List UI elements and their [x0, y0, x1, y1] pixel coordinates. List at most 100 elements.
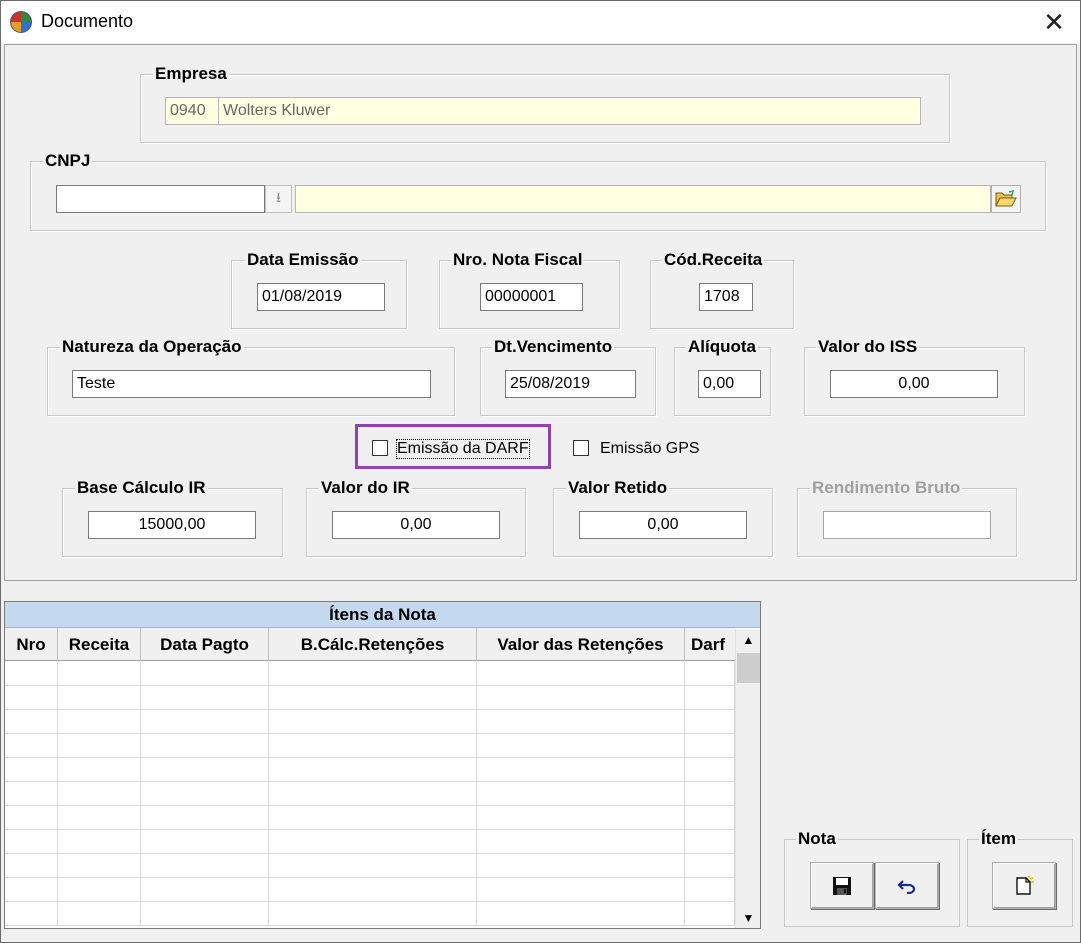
valor-ir-input[interactable]: 0,00 [332, 511, 500, 539]
scroll-thumb[interactable] [737, 653, 760, 683]
table-cell[interactable] [5, 758, 58, 782]
table-cell[interactable] [477, 878, 685, 902]
valor-retido-input[interactable]: 0,00 [579, 511, 747, 539]
col-header-data-pagto[interactable]: Data Pagto [141, 628, 269, 661]
valor-iss-input[interactable]: 0,00 [830, 370, 998, 398]
table-cell[interactable] [477, 806, 685, 830]
table-cell[interactable] [477, 686, 685, 710]
table-row[interactable] [5, 734, 735, 758]
gps-checkbox[interactable] [573, 440, 589, 456]
table-cell[interactable] [269, 758, 477, 782]
col-header-receita[interactable]: Receita [58, 628, 141, 661]
table-cell[interactable] [477, 782, 685, 806]
table-cell[interactable] [269, 734, 477, 758]
table-cell[interactable] [58, 806, 141, 830]
table-cell[interactable] [58, 710, 141, 734]
new-item-button[interactable] [992, 862, 1056, 909]
col-header-valor-retencoes[interactable]: Valor das Retenções [477, 628, 685, 661]
cnpj-input[interactable] [56, 185, 265, 213]
table-cell[interactable] [141, 758, 269, 782]
table-cell[interactable] [58, 854, 141, 878]
table-cell[interactable] [269, 686, 477, 710]
table-cell[interactable] [685, 854, 735, 878]
table-cell[interactable] [269, 902, 477, 926]
table-cell[interactable] [685, 878, 735, 902]
table-cell[interactable] [141, 902, 269, 926]
darf-checkbox[interactable] [372, 440, 388, 456]
data-emissao-input[interactable]: 01/08/2019 [257, 283, 385, 311]
aliquota-input[interactable]: 0,00 [698, 370, 761, 398]
table-cell[interactable] [685, 734, 735, 758]
table-cell[interactable] [141, 686, 269, 710]
table-cell[interactable] [58, 878, 141, 902]
table-cell[interactable] [58, 686, 141, 710]
table-row[interactable] [5, 854, 735, 878]
table-cell[interactable] [477, 758, 685, 782]
table-cell[interactable] [58, 830, 141, 854]
table-cell[interactable] [141, 734, 269, 758]
grid-vertical-scrollbar[interactable]: ▲ ▼ [735, 629, 760, 928]
close-button[interactable]: ✕ [1028, 1, 1080, 43]
base-ir-input[interactable]: 15000,00 [88, 511, 256, 539]
gps-checkbox-label[interactable]: Emissão GPS [600, 440, 700, 458]
table-cell[interactable] [685, 902, 735, 926]
table-cell[interactable] [141, 878, 269, 902]
table-cell[interactable] [685, 686, 735, 710]
table-row[interactable] [5, 806, 735, 830]
table-cell[interactable] [685, 806, 735, 830]
empresa-code-field[interactable]: 0940 [165, 97, 218, 125]
table-cell[interactable] [5, 686, 58, 710]
table-cell[interactable] [141, 710, 269, 734]
table-cell[interactable] [477, 710, 685, 734]
table-cell[interactable] [5, 830, 58, 854]
scroll-up-button[interactable]: ▲ [736, 629, 760, 651]
table-cell[interactable] [58, 902, 141, 926]
table-cell[interactable] [58, 734, 141, 758]
table-cell[interactable] [141, 782, 269, 806]
col-header-darf[interactable]: Darf [685, 628, 735, 661]
table-cell[interactable] [5, 854, 58, 878]
table-cell[interactable] [477, 854, 685, 878]
table-cell[interactable] [141, 854, 269, 878]
table-cell[interactable] [477, 734, 685, 758]
table-row[interactable] [5, 662, 735, 686]
table-cell[interactable] [269, 710, 477, 734]
table-cell[interactable] [685, 662, 735, 686]
save-button[interactable] [810, 862, 874, 909]
table-cell[interactable] [269, 830, 477, 854]
table-cell[interactable] [58, 662, 141, 686]
table-row[interactable] [5, 710, 735, 734]
table-cell[interactable] [5, 902, 58, 926]
table-cell[interactable] [5, 710, 58, 734]
table-cell[interactable] [58, 782, 141, 806]
table-cell[interactable] [685, 710, 735, 734]
table-cell[interactable] [141, 662, 269, 686]
table-cell[interactable] [269, 878, 477, 902]
scroll-down-button[interactable]: ▼ [736, 907, 760, 928]
table-cell[interactable] [5, 782, 58, 806]
table-cell[interactable] [269, 854, 477, 878]
cnpj-browse-button[interactable] [991, 185, 1021, 213]
table-cell[interactable] [269, 662, 477, 686]
empresa-name-field[interactable]: Wolters Kluwer [218, 97, 921, 125]
table-row[interactable] [5, 782, 735, 806]
dt-vencimento-input[interactable]: 25/08/2019 [505, 370, 636, 398]
table-cell[interactable] [685, 782, 735, 806]
darf-checkbox-label[interactable]: Emissão da DARF [396, 439, 530, 459]
undo-button[interactable] [875, 862, 939, 909]
table-row[interactable] [5, 686, 735, 710]
cnpj-dropdown-button[interactable]: ⭳ [265, 185, 292, 213]
items-grid[interactable]: Ítens da Nota Nro Receita Data Pagto B.C… [4, 601, 761, 929]
col-header-bcalc-retencoes[interactable]: B.Cálc.Retenções [269, 628, 477, 661]
table-cell[interactable] [477, 830, 685, 854]
table-cell[interactable] [685, 830, 735, 854]
table-cell[interactable] [5, 734, 58, 758]
table-cell[interactable] [269, 806, 477, 830]
table-cell[interactable] [141, 830, 269, 854]
table-cell[interactable] [141, 806, 269, 830]
table-cell[interactable] [477, 662, 685, 686]
table-cell[interactable] [269, 782, 477, 806]
table-row[interactable] [5, 830, 735, 854]
table-cell[interactable] [5, 878, 58, 902]
col-header-nro[interactable]: Nro [5, 628, 58, 661]
